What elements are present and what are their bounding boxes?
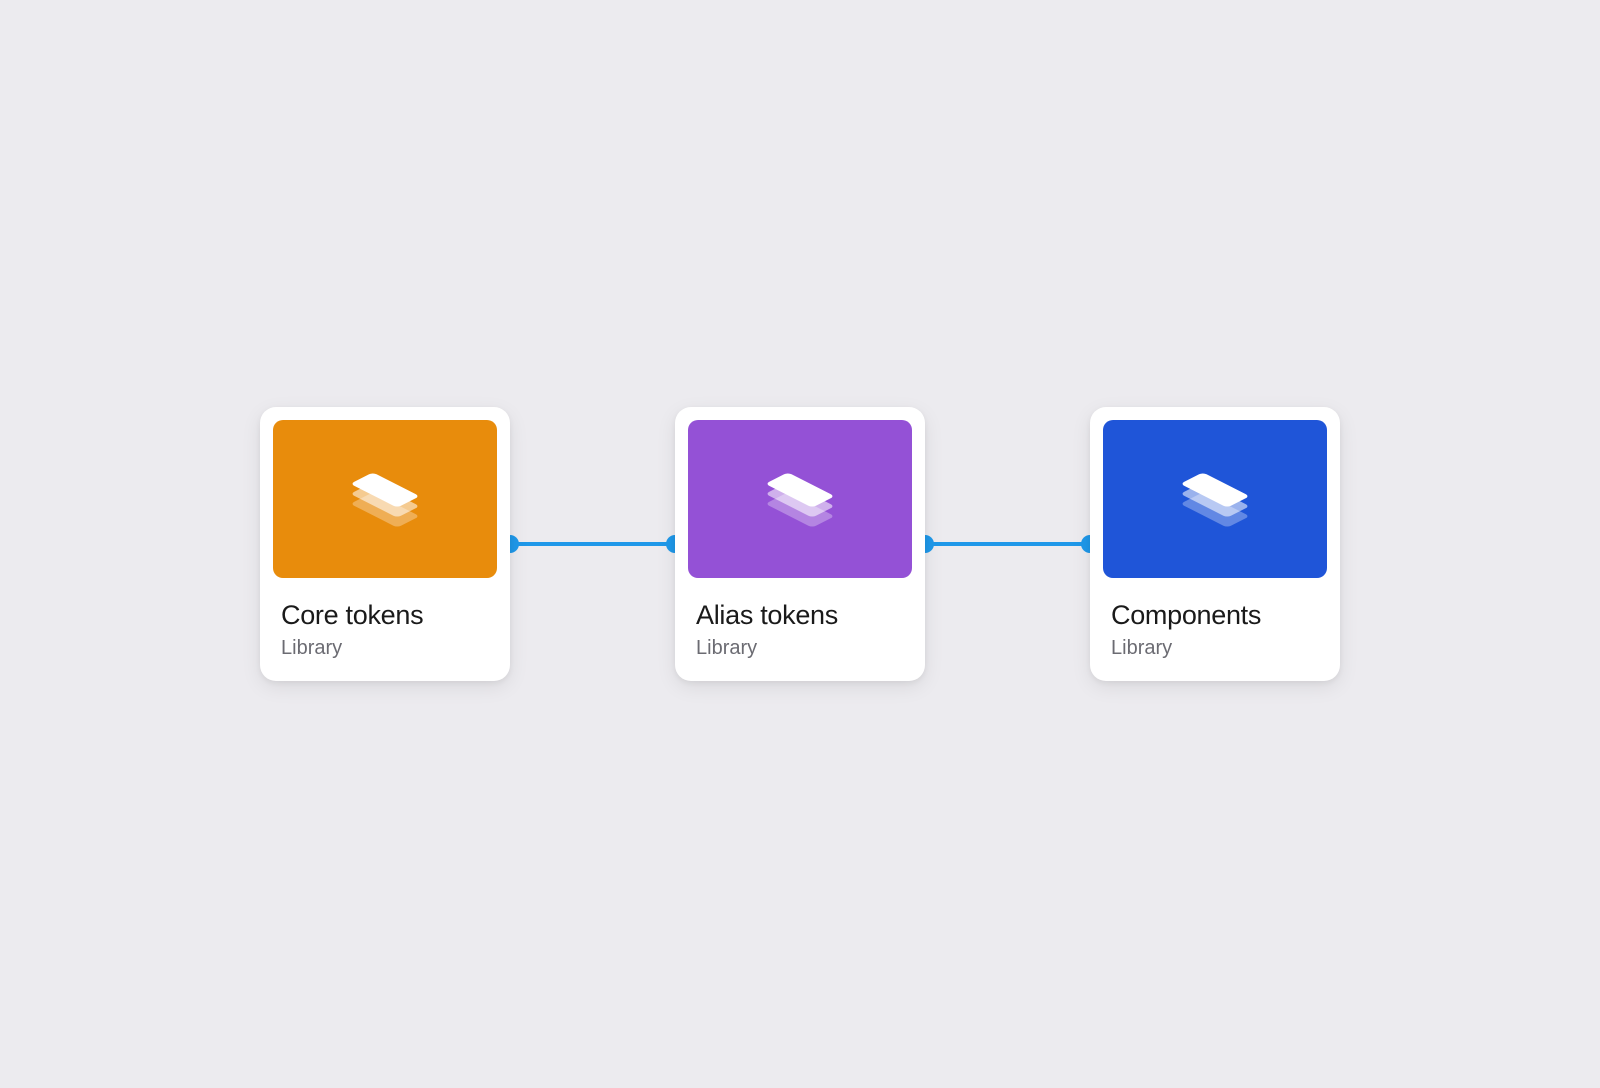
card-subtitle: Library xyxy=(1111,637,1319,660)
layers-icon xyxy=(358,474,412,524)
layers-icon xyxy=(1188,474,1242,524)
library-card-components[interactable]: Components Library xyxy=(1090,407,1340,681)
card-thumbnail xyxy=(1103,420,1327,578)
card-subtitle: Library xyxy=(281,637,489,660)
layers-icon xyxy=(773,474,827,524)
library-card-alias-tokens[interactable]: Alias tokens Library xyxy=(675,407,925,681)
card-title: Components xyxy=(1111,600,1319,631)
library-card-core-tokens[interactable]: Core tokens Library xyxy=(260,407,510,681)
card-thumbnail xyxy=(688,420,912,578)
card-subtitle: Library xyxy=(696,637,904,660)
connector-line xyxy=(925,542,1090,546)
card-title: Alias tokens xyxy=(696,600,904,631)
connector-line xyxy=(510,542,675,546)
card-title: Core tokens xyxy=(281,600,489,631)
library-flow-diagram: Core tokens Library Alias tokens Library xyxy=(260,407,1340,681)
card-thumbnail xyxy=(273,420,497,578)
